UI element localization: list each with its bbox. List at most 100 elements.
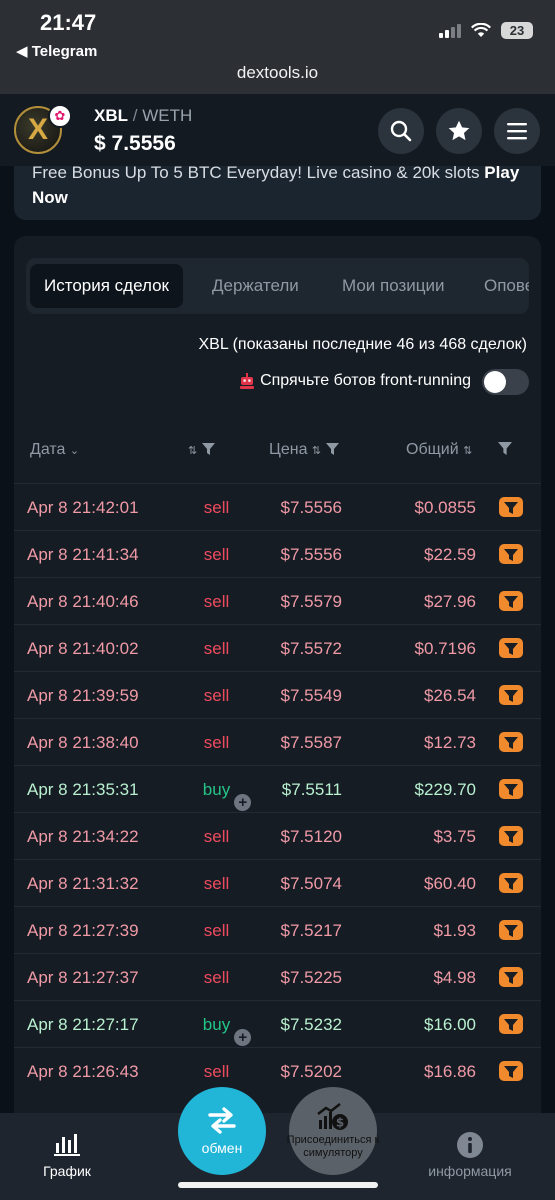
browser-chrome: 21:47 ◀ Telegram 23 dextools.io xyxy=(0,0,555,94)
maker-filter-icon[interactable] xyxy=(498,683,524,707)
trades-table-body: Apr 8 21:42:01 sell $7.5556 $0.0855 Apr 8 21… xyxy=(14,483,541,1094)
hide-bots-toggle[interactable] xyxy=(482,369,529,395)
tab-holders[interactable]: Держатели xyxy=(212,264,299,308)
trade-date: Apr 8 21:39:59 xyxy=(27,686,139,705)
trade-price: $7.5549 xyxy=(280,686,342,705)
table-row[interactable]: Apr 8 21:40:46 sell $7.5579 $27.96 xyxy=(14,577,541,624)
trade-price: $7.5232 xyxy=(280,1015,342,1034)
search-icon xyxy=(390,120,412,142)
nav-info-label: информация xyxy=(428,1163,512,1179)
wifi-icon xyxy=(471,23,491,37)
swap-button[interactable]: обмен xyxy=(178,1087,266,1175)
trade-total: $16.00 xyxy=(424,1015,476,1034)
column-total[interactable]: Общий ⇅ xyxy=(406,441,472,459)
promo-message: Free Bonus Up To 5 BTC Everyday! Live ca… xyxy=(32,166,480,182)
maker-filter-icon[interactable] xyxy=(498,871,524,895)
maker-filter-icon[interactable] xyxy=(498,730,524,754)
trade-type-label: sell xyxy=(203,639,230,658)
table-row[interactable]: Apr 8 21:35:31 buy + $7.5511 $229.70 xyxy=(14,765,541,812)
add-wallet-icon[interactable]: + xyxy=(234,794,252,811)
trade-date: Apr 8 21:27:37 xyxy=(27,968,139,987)
trade-total: $0.0855 xyxy=(414,498,476,517)
table-row[interactable]: Apr 8 21:27:37 sell $7.5225 $4.98 xyxy=(14,953,541,1000)
table-row[interactable]: Apr 8 21:27:17 buy + $7.5232 $16.00 xyxy=(14,1000,541,1047)
column-type-controls[interactable]: ⇅ xyxy=(188,441,215,459)
table-row[interactable]: Apr 8 21:26:43 sell $7.5202 $16.86 xyxy=(14,1047,541,1094)
maker-filter-icon[interactable] xyxy=(498,777,524,801)
trade-price: $7.5511 xyxy=(281,780,342,799)
table-row[interactable]: Apr 8 21:40:02 sell $7.5572 $0.7196 xyxy=(14,624,541,671)
trade-date: Apr 8 21:41:34 xyxy=(27,545,139,564)
trade-type: buy + xyxy=(174,780,259,811)
column-date[interactable]: Дата ⌄ xyxy=(30,441,79,459)
pair-separator: / xyxy=(132,106,138,125)
trade-date: Apr 8 21:27:39 xyxy=(27,921,139,940)
table-row[interactable]: Apr 8 21:41:34 sell $7.5556 $22.59 xyxy=(14,530,541,577)
trade-price: $7.5556 xyxy=(280,545,342,564)
promo-text: Free Bonus Up To 5 BTC Everyday! Live ca… xyxy=(32,166,532,210)
trade-type-label: buy xyxy=(202,780,231,799)
trade-date: Apr 8 21:27:17 xyxy=(27,1015,139,1034)
pair-quote: WETH xyxy=(142,106,193,125)
tab-my-positions[interactable]: Мои позиции xyxy=(342,264,445,308)
trade-total: $3.75 xyxy=(433,827,476,846)
tab-alerts[interactable]: Опове xyxy=(484,264,529,308)
table-row[interactable]: Apr 8 21:38:40 sell $7.5587 $12.73 xyxy=(14,718,541,765)
trade-price: $7.5074 xyxy=(280,874,342,893)
maker-filter-icon[interactable] xyxy=(498,918,524,942)
chevron-down-icon: ⌄ xyxy=(69,445,80,457)
join-simulator-button[interactable]: $ Присоединиться к симулятору xyxy=(287,1087,379,1175)
table-row[interactable]: Apr 8 21:42:01 sell $7.5556 $0.0855 xyxy=(14,483,541,530)
trade-total: $1.93 xyxy=(433,921,476,940)
maker-filter-icon[interactable] xyxy=(498,495,524,519)
nav-chart-label: График xyxy=(43,1163,91,1179)
simulator-chart-icon: $ xyxy=(317,1103,348,1130)
maker-filter-icon[interactable] xyxy=(498,636,524,660)
tab-trade-history[interactable]: История сделок xyxy=(30,264,183,308)
url-bar[interactable]: dextools.io xyxy=(0,63,555,83)
table-row[interactable]: Apr 8 21:31:32 sell $7.5074 $60.40 xyxy=(14,859,541,906)
menu-button[interactable] xyxy=(494,108,540,154)
pair-base: XBL xyxy=(94,106,128,125)
nav-info[interactable]: информация xyxy=(410,1131,530,1179)
maker-filter-icon[interactable] xyxy=(498,824,524,848)
maker-filter-icon[interactable] xyxy=(498,965,524,989)
trade-type: sell xyxy=(174,498,259,518)
trade-date: Apr 8 21:35:31 xyxy=(27,780,139,799)
trade-total: $16.86 xyxy=(424,1062,476,1081)
trade-price: $7.5217 xyxy=(280,921,342,940)
add-wallet-icon[interactable]: + xyxy=(234,1029,252,1046)
info-icon xyxy=(457,1132,483,1158)
maker-filter-icon[interactable] xyxy=(498,1012,524,1036)
trades-panel: История сделок Держатели Мои позиции Опо… xyxy=(14,236,541,1116)
trade-type-label: sell xyxy=(203,686,230,705)
maker-filter-icon[interactable] xyxy=(498,1059,524,1083)
filter-icon xyxy=(201,443,215,455)
search-button[interactable] xyxy=(378,108,424,154)
hide-bots-text: Спрячьте ботов front-running xyxy=(260,372,471,389)
column-price[interactable]: Цена ⇅ xyxy=(269,441,339,459)
promo-banner[interactable]: Free Bonus Up To 5 BTC Everyday! Live ca… xyxy=(14,166,541,220)
trades-summary: XBL (показаны последние 46 из 468 сделок… xyxy=(198,336,527,353)
sort-icon: ⇅ xyxy=(463,445,473,457)
back-to-telegram-link[interactable]: ◀ Telegram xyxy=(16,42,97,60)
trade-type: sell xyxy=(174,545,259,565)
trade-date: Apr 8 21:38:40 xyxy=(27,733,139,752)
sort-icon: ⇅ xyxy=(311,445,322,457)
hide-bots-label: Спрячьте ботов front-running xyxy=(238,372,471,390)
trade-type: sell xyxy=(174,733,259,753)
favorite-button[interactable] xyxy=(436,108,482,154)
trade-date: Apr 8 21:34:22 xyxy=(27,827,139,846)
table-row[interactable]: Apr 8 21:34:22 sell $7.5120 $3.75 xyxy=(14,812,541,859)
maker-filter-icon[interactable] xyxy=(498,589,524,613)
maker-filter-icon[interactable] xyxy=(498,542,524,566)
swap-label: обмен xyxy=(201,1140,243,1156)
trade-type-label: sell xyxy=(203,968,230,987)
nav-chart[interactable]: График xyxy=(36,1131,98,1179)
trade-total: $27.96 xyxy=(424,592,476,611)
trade-type: sell xyxy=(174,592,259,612)
trade-type-label: sell xyxy=(203,1062,230,1081)
column-maker-filter[interactable] xyxy=(498,441,512,459)
table-row[interactable]: Apr 8 21:39:59 sell $7.5549 $26.54 xyxy=(14,671,541,718)
table-row[interactable]: Apr 8 21:27:39 sell $7.5217 $1.93 xyxy=(14,906,541,953)
